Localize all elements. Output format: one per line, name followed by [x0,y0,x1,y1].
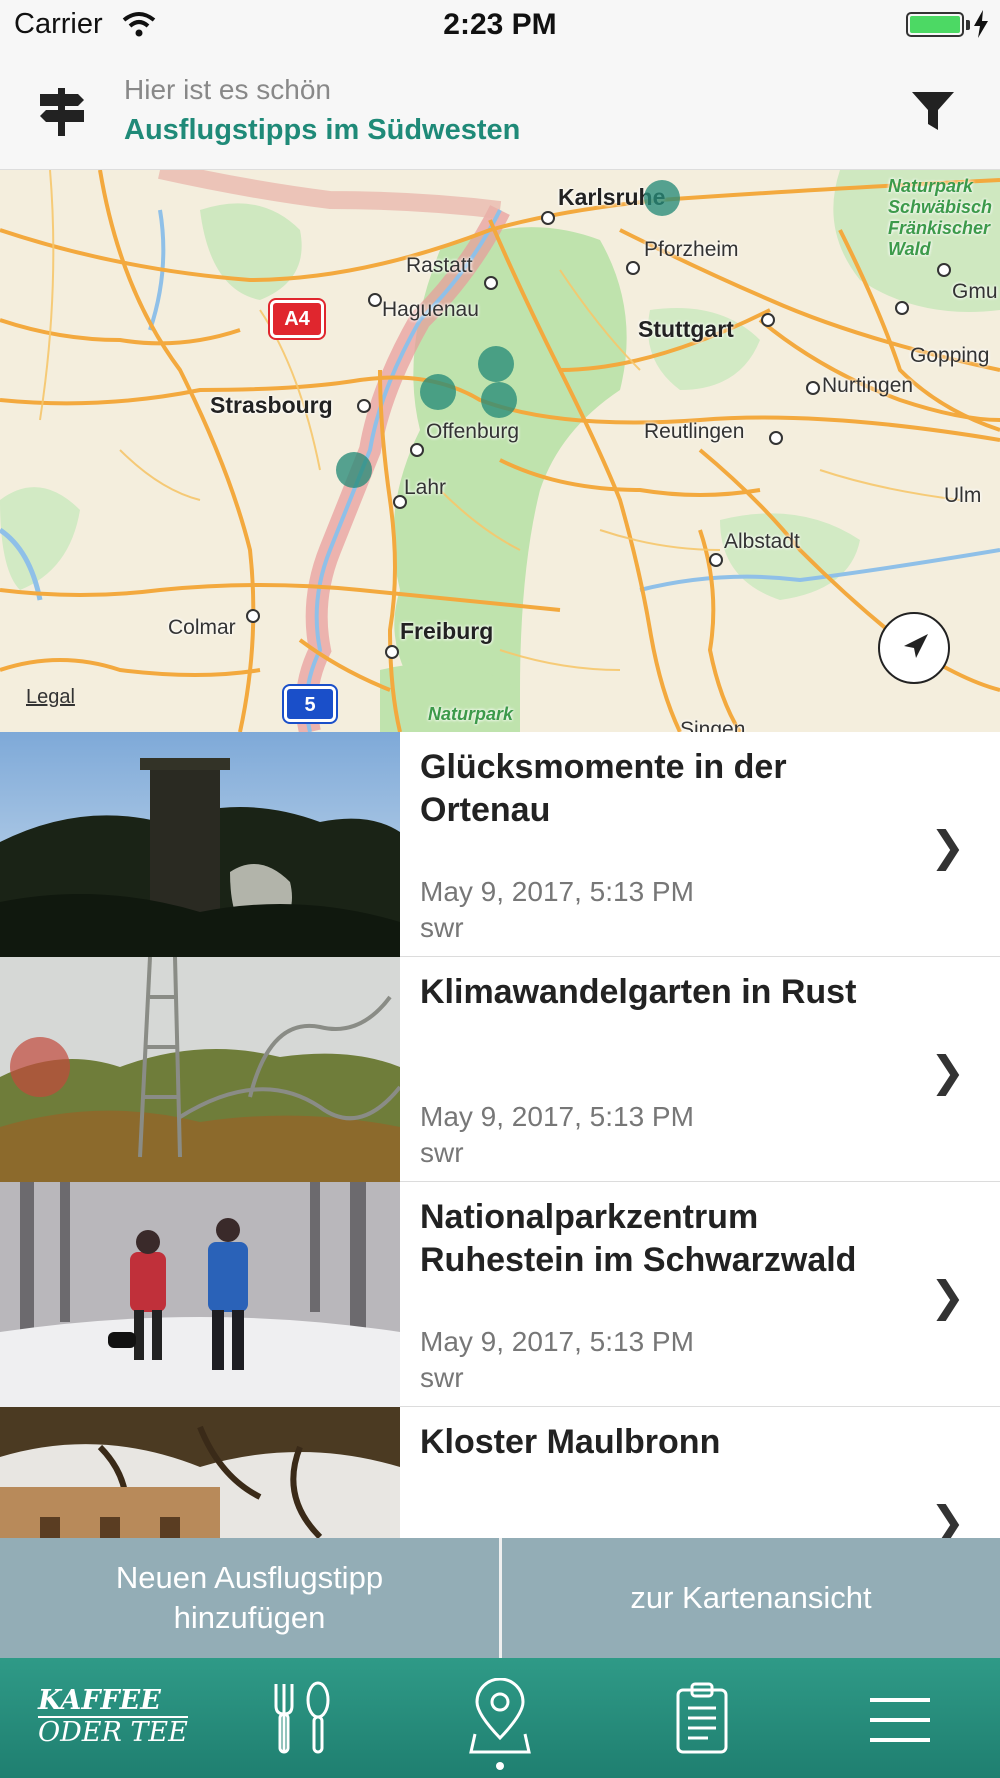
map-label-albstadt: Albstadt [724,530,800,553]
map-canvas [0,170,1000,732]
clipboard-icon [676,1682,728,1754]
navigation-arrow-icon [904,634,928,658]
map-label-stuttgart: Stuttgart [638,316,734,342]
highway-shield-5: 5 [284,686,336,722]
item-title: Nationalparkzentrum Ruhestein im Schwarz… [420,1198,857,1279]
location-pin-icon [469,1678,531,1754]
map-label-offenburg: Offenburg [426,420,520,443]
item-source: swr [420,1137,464,1168]
battery-icon [906,12,964,37]
chevron-right-icon: ❯ [930,1273,966,1320]
status-bar: Carrier 2:23 PM [0,0,1000,50]
item-title: Klimawandelgarten in Rust [420,973,857,1011]
list-item[interactable]: Glücksmomente in der Ortenau May 9, 2017… [0,732,1000,957]
app-header: Hier ist es schön Ausflugstipps im Südwe… [0,50,1000,170]
map-marker[interactable] [644,180,680,216]
thumbnail-image [0,957,400,1182]
item-date: May 9, 2017, 5:13 PM [420,1326,694,1357]
map-label-colmar: Colmar [168,616,236,639]
kaffee-oder-tee-logo: KAFFEE ODER TEE [38,1685,188,1748]
item-title: Kloster Maulbronn [420,1423,721,1461]
map-marker[interactable] [336,452,372,488]
map-label-naturpark-south: Naturpark [428,704,514,724]
map-label-rastatt: Rastatt [406,254,473,277]
map-marker[interactable] [478,346,514,382]
item-source: swr [420,1362,464,1393]
map-label-lahr: Lahr [404,476,447,499]
header-subtitle: Hier ist es schön [124,74,331,105]
map-label-gopping: Gopping [910,344,990,367]
chevron-right-icon: ❯ [930,1498,966,1538]
active-tab-indicator [496,1762,504,1770]
chevron-right-icon: ❯ [930,1048,966,1095]
map-marker[interactable] [420,374,456,410]
map-view-button[interactable]: zur Kartenansicht [502,1538,1000,1658]
map-label-gmu: Gmu [952,280,998,303]
action-bar: Neuen Ausflugstipp hinzufügen zur Karten… [0,1538,1000,1658]
item-date: May 9, 2017, 5:13 PM [420,1101,694,1132]
map-view[interactable]: Karlsruhe Pforzheim Rastatt Haguenau Stu… [0,170,1000,732]
list-item[interactable]: Klimawandelgarten in Rust May 9, 2017, 5… [0,957,1000,1182]
map-view-label: zur Kartenansicht [630,1580,872,1615]
thumbnail-image [0,1182,400,1407]
thumbnail-image [0,1407,400,1538]
tips-list[interactable]: Glücksmomente in der Ortenau May 9, 2017… [0,732,1000,1538]
tab-food[interactable] [200,1658,400,1778]
tab-menu[interactable] [800,1658,1000,1778]
item-title: Glücksmomente in der Ortenau [420,748,787,829]
menu-icon [870,1698,930,1742]
tab-kaffee-oder-tee[interactable]: KAFFEE ODER TEE [0,1658,200,1778]
map-label-pforzheim: Pforzheim [644,238,739,261]
signpost-icon[interactable] [36,86,88,138]
map-label-freiburg: Freiburg [400,618,494,644]
filter-icon[interactable] [910,88,956,134]
highway-shield-a4: A4 [270,300,324,338]
map-label-nurtingen: Nurtingen [822,374,914,397]
map-label-naturpark-north: Naturpark Schwäbisch Fränkischer Wald [888,176,993,259]
charging-icon [974,10,988,38]
add-tip-label: Neuen Ausflugstipp hinzufügen [115,1560,384,1635]
clock: 2:23 PM [443,8,557,41]
map-label-strasbourg: Strasbourg [210,392,333,418]
map-label-reutlingen: Reutlingen [644,420,745,443]
tab-notes[interactable] [600,1658,800,1778]
chevron-right-icon: ❯ [930,823,966,870]
map-label-ulm: Ulm [944,484,982,507]
fork-spoon-icon [274,1681,330,1754]
add-tip-button[interactable]: Neuen Ausflugstipp hinzufügen [0,1538,499,1658]
header-title: Ausflugstipps im Südwesten [124,114,521,146]
battery-tip [966,20,970,30]
map-label-haguenau: Haguenau [382,298,479,321]
tab-places[interactable] [400,1658,600,1778]
thumbnail-image [0,732,400,957]
locate-me-button[interactable] [878,612,950,684]
tab-bar: KAFFEE ODER TEE [0,1658,1000,1778]
list-item[interactable]: Kloster Maulbronn ❯ [0,1407,1000,1538]
map-legal-link[interactable]: Legal [26,686,75,709]
map-marker[interactable] [481,382,517,418]
item-source: swr [420,912,464,943]
map-label-singen: Singen [680,718,746,732]
item-date: May 9, 2017, 5:13 PM [420,876,694,907]
list-item[interactable]: Nationalparkzentrum Ruhestein im Schwarz… [0,1182,1000,1407]
